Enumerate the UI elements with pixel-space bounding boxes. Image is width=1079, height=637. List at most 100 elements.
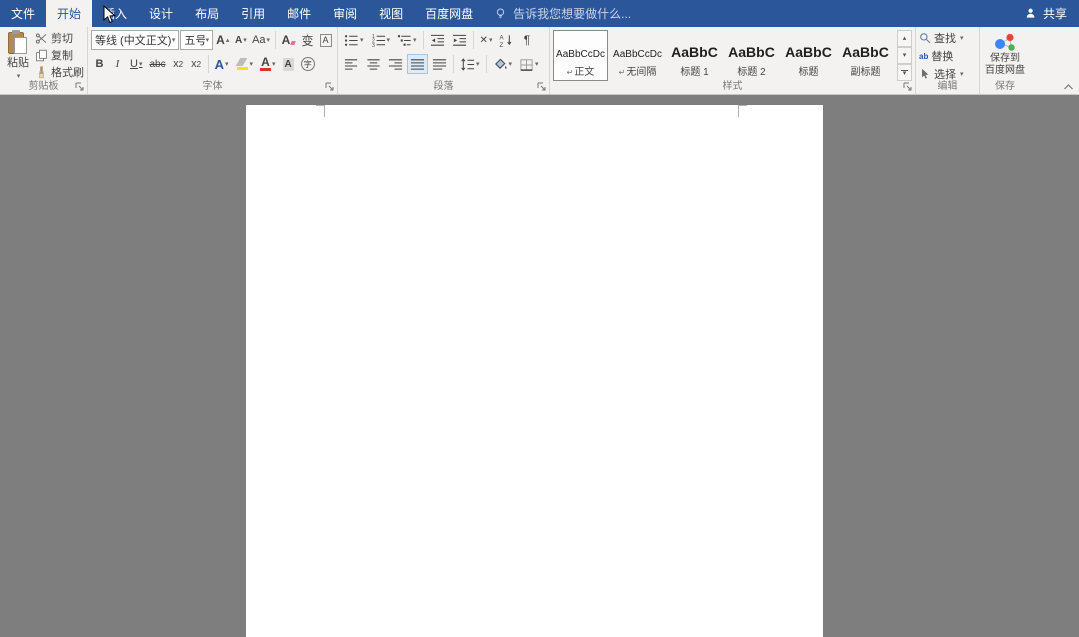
styles-scroll-up-button[interactable]: ▴ — [897, 30, 912, 47]
character-shading-button[interactable]: A — [280, 54, 297, 74]
tab-baidu-netdisk[interactable]: 百度网盘 — [414, 0, 484, 27]
subscript-button[interactable]: x2 — [170, 54, 187, 74]
save-group: 保存到 百度网盘 保存 — [980, 27, 1030, 94]
character-border-button[interactable]: A — [317, 30, 334, 50]
font-group-label: 字体 — [88, 80, 337, 94]
align-right-button[interactable] — [385, 54, 406, 74]
tab-view[interactable]: 视图 — [368, 0, 414, 27]
grow-font-button[interactable]: A▴ — [214, 30, 231, 50]
highlight-icon — [236, 58, 249, 70]
style-preview: AaBbC — [728, 44, 775, 60]
share-button[interactable]: 共享 — [1013, 0, 1079, 27]
tab-file[interactable]: 文件 — [0, 0, 46, 27]
sort-button[interactable]: A Z — [496, 30, 517, 50]
superscript-button[interactable]: x2 — [188, 54, 205, 74]
grow-font-glyph: A — [216, 33, 225, 47]
style-subtitle[interactable]: AaBbC 副标题 — [838, 30, 893, 81]
paragraph-dialog-launcher-icon[interactable] — [537, 82, 547, 92]
decrease-indent-button[interactable] — [427, 30, 448, 50]
line-spacing-button[interactable]: ▾ — [457, 54, 483, 74]
align-left-button[interactable] — [341, 54, 362, 74]
font-name-combo[interactable]: 等线 (中文正文) ▾ — [91, 30, 179, 50]
style-preview: AaBbC — [671, 44, 718, 60]
find-button[interactable]: 查找 ▾ — [919, 30, 976, 46]
collapse-ribbon-icon[interactable] — [1063, 83, 1074, 91]
search-icon — [919, 32, 931, 44]
align-center-button[interactable] — [363, 54, 384, 74]
font-dialog-launcher-icon[interactable] — [325, 82, 335, 92]
character-border-glyph: A — [320, 34, 332, 47]
word-window: 文件 开始 插入 设计 布局 引用 邮件 审阅 视图 百度网盘 告诉我您想要做什… — [0, 0, 1079, 637]
bold-button[interactable]: B — [91, 54, 108, 74]
paragraph-group: ▾ 1 2 3 ▾ — [338, 27, 550, 94]
change-case-button[interactable]: Aa▾ — [250, 30, 271, 50]
bullets-button[interactable]: ▾ — [341, 30, 367, 50]
style-no-spacing[interactable]: AaBbCcDc ↵无间隔 — [610, 30, 665, 81]
shading-button[interactable]: ▾ — [490, 54, 516, 74]
tab-design[interactable]: 设计 — [138, 0, 184, 27]
tab-review[interactable]: 审阅 — [322, 0, 368, 27]
justify-button[interactable] — [407, 54, 428, 74]
styles-dialog-launcher-icon[interactable] — [903, 82, 913, 92]
shrink-font-button[interactable]: A▾ — [232, 30, 249, 50]
format-painter-button[interactable]: 格式刷 — [35, 64, 84, 80]
borders-button[interactable]: ▾ — [516, 54, 542, 74]
tab-layout[interactable]: 布局 — [184, 0, 230, 27]
enclose-characters-glyph: 字 — [301, 57, 315, 71]
style-normal[interactable]: AaBbCcDc ↵正文 — [553, 30, 608, 81]
svg-text:A: A — [500, 34, 505, 41]
replace-button[interactable]: ab 替换 — [919, 48, 976, 64]
tab-insert[interactable]: 插入 — [92, 0, 138, 27]
underline-button[interactable]: U▾ — [127, 54, 145, 74]
cut-button[interactable]: 剪切 — [35, 30, 84, 46]
font-size-combo[interactable]: 五号 ▾ — [180, 30, 213, 50]
underline-glyph: U — [130, 58, 138, 70]
clear-formatting-button[interactable]: A — [279, 30, 298, 50]
show-hide-marks-button[interactable]: ¶ — [518, 30, 535, 50]
enclose-characters-button[interactable]: 字 — [298, 54, 318, 74]
style-title[interactable]: AaBbC 标题 — [781, 30, 836, 81]
strikethrough-button[interactable]: abc — [146, 54, 168, 74]
tab-references[interactable]: 引用 — [230, 0, 276, 27]
style-heading-1[interactable]: AaBbC 标题 1 — [667, 30, 722, 81]
format-painter-label: 格式刷 — [51, 64, 84, 80]
format-painter-icon — [35, 66, 48, 79]
style-name: 标题 2 — [737, 63, 765, 78]
paragraph-mark-icon: ↵ — [619, 68, 626, 77]
style-name: 副标题 — [851, 63, 881, 78]
clipboard-group-label: 剪贴板 — [0, 80, 87, 94]
paragraph-mark-icon: ↵ — [567, 68, 574, 77]
font-color-button[interactable]: A ▾ — [257, 54, 279, 74]
distribute-text-button[interactable] — [429, 54, 450, 74]
clipboard-dialog-launcher-icon[interactable] — [75, 82, 85, 92]
tab-mailings[interactable]: 邮件 — [276, 0, 322, 27]
baidu-netdisk-icon — [992, 31, 1018, 53]
ribbon: 粘贴 ▾ 剪切 — [0, 27, 1079, 95]
asian-layout-button[interactable]: ✕▾ — [477, 30, 496, 50]
numbering-button[interactable]: 1 2 3 ▾ — [368, 30, 394, 50]
styles-group: AaBbCcDc ↵正文 AaBbCcDc ↵无间隔 AaBbC 标题 1 Aa… — [550, 27, 916, 94]
increase-indent-button[interactable] — [449, 30, 470, 50]
ribbon-tab-bar: 文件 开始 插入 设计 布局 引用 邮件 审阅 视图 百度网盘 告诉我您想要做什… — [0, 0, 1079, 27]
styles-scroll-down-button[interactable]: ▾ — [897, 47, 912, 64]
copy-button[interactable]: 复制 — [35, 47, 84, 63]
tab-home[interactable]: 开始 — [46, 0, 92, 27]
text-effects-button[interactable]: A▾ — [212, 54, 232, 74]
asian-layout-glyph: ✕ — [480, 35, 488, 46]
save-to-baidu-button[interactable]: 保存到 百度网盘 — [983, 30, 1027, 77]
style-heading-2[interactable]: AaBbC 标题 2 — [724, 30, 779, 81]
styles-more-button[interactable]: ▾ — [897, 64, 912, 81]
paste-label: 粘贴 — [7, 54, 29, 70]
highlight-button[interactable]: ▾ — [233, 54, 257, 74]
change-case-glyph: Aa — [252, 34, 265, 46]
tell-me-box[interactable]: 告诉我您想要做什么... — [494, 0, 631, 27]
lightbulb-icon — [494, 7, 507, 20]
font-size-dropdown-arrow: ▾ — [206, 36, 210, 44]
style-preview: AaBbC — [785, 44, 832, 60]
italic-button[interactable]: I — [109, 54, 126, 74]
paste-button[interactable]: 粘贴 ▾ — [3, 30, 33, 80]
document-page[interactable] — [246, 105, 823, 637]
phonetic-guide-button[interactable]: 变 — [299, 30, 316, 50]
multilevel-list-button[interactable]: ▾ — [394, 30, 420, 50]
editing-group: 查找 ▾ ab 替换 选择 ▾ 编辑 — [916, 27, 980, 94]
